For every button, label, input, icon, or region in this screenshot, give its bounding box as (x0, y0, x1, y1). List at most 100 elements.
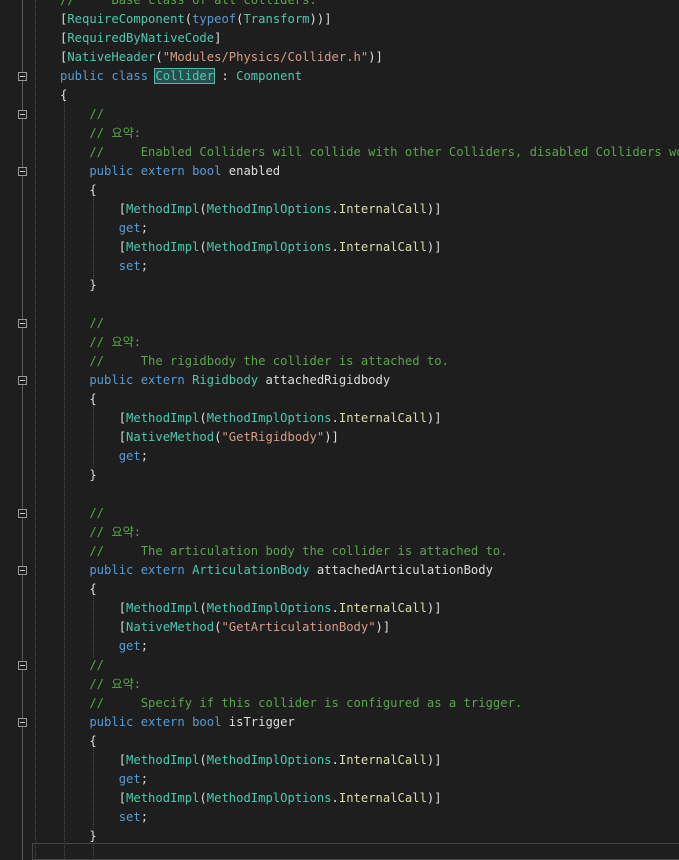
code-editor[interactable]: // Base class of all colliders. [RequireC… (0, 0, 679, 860)
code-token: NativeMethod (126, 620, 215, 634)
code-line[interactable]: } (0, 466, 679, 485)
code-line[interactable]: [MethodImpl(MethodImplOptions.InternalCa… (0, 789, 679, 808)
code-line[interactable]: get; (0, 447, 679, 466)
code-line[interactable]: [MethodImpl(MethodImplOptions.InternalCa… (0, 409, 679, 428)
code-token: public extern (60, 563, 193, 577)
code-line[interactable]: get; (0, 770, 679, 789)
code-line[interactable]: [NativeMethod("GetRigidbody")] (0, 428, 679, 447)
code-text: { (60, 181, 96, 200)
code-line[interactable]: } (0, 276, 679, 295)
code-token: ( (155, 50, 163, 64)
code-token: [ (60, 202, 127, 216)
code-line[interactable]: { (0, 390, 679, 409)
code-token: enabled (228, 164, 281, 178)
code-line[interactable]: [MethodImpl(MethodImplOptions.InternalCa… (0, 599, 679, 618)
code-line[interactable] (0, 485, 679, 504)
code-token: "Modules/Physics/Collider.h" (162, 50, 369, 64)
collapse-fold-icon[interactable] (18, 319, 27, 328)
code-line[interactable]: { (0, 732, 679, 751)
code-token: MethodImpl (126, 240, 200, 254)
collapse-fold-icon[interactable] (18, 110, 27, 119)
code-line[interactable]: set; (0, 257, 679, 276)
code-line[interactable]: [MethodImpl(MethodImplOptions.InternalCa… (0, 200, 679, 219)
code-token: [ (60, 753, 127, 767)
code-line[interactable]: // (0, 105, 679, 124)
collapse-fold-icon[interactable] (18, 167, 27, 176)
code-token: ( (199, 240, 207, 254)
code-token: MethodImplOptions (206, 202, 332, 216)
code-token: RequireComponent (67, 12, 185, 26)
code-line[interactable]: { (0, 580, 679, 599)
code-text: { (60, 390, 97, 409)
collapse-fold-icon[interactable] (18, 718, 27, 727)
collapse-fold-icon[interactable] (18, 661, 27, 670)
code-line[interactable]: // 요약: (0, 675, 679, 694)
code-token: )] (426, 601, 442, 615)
code-token: NativeMethod (126, 430, 215, 444)
code-line[interactable]: [NativeMethod("GetArticulationBody")] (0, 618, 679, 637)
code-text: // (60, 656, 104, 675)
code-line[interactable]: get; (0, 637, 679, 656)
code-line[interactable]: [RequiredByNativeCode] (0, 29, 679, 48)
code-text: [RequireComponent(typeof(Transform))] (60, 10, 332, 29)
code-token: MethodImplOptions (206, 791, 332, 805)
code-line[interactable]: [NativeHeader("Modules/Physics/Collider.… (0, 48, 679, 67)
code-line[interactable]: [MethodImpl(MethodImplOptions.InternalCa… (0, 751, 679, 770)
code-token: ))] (309, 12, 332, 26)
code-text: // The rigidbody the collider is attache… (60, 352, 449, 371)
code-line[interactable] (0, 295, 679, 314)
code-line[interactable]: // Enabled Colliders will collide with o… (0, 143, 679, 162)
code-line[interactable]: get; (0, 219, 679, 238)
code-token: ; (140, 221, 149, 235)
code-token: MethodImplOptions (206, 753, 332, 767)
collapse-fold-icon[interactable] (18, 566, 27, 575)
code-text: get; (60, 770, 148, 789)
code-line[interactable]: public extern Rigidbody attachedRigidbod… (0, 371, 679, 390)
code-token: . (331, 753, 339, 767)
code-token: { (60, 88, 68, 102)
code-text: set; (60, 257, 148, 276)
collapse-fold-icon[interactable] (18, 376, 27, 385)
code-line[interactable]: // The articulation body the collider is… (0, 542, 679, 561)
code-token: )] (426, 791, 442, 805)
code-token: set (60, 259, 141, 273)
code-token: public extern (60, 373, 193, 387)
code-line[interactable]: { (0, 181, 679, 200)
code-token: . (331, 411, 339, 425)
code-line[interactable]: set; (0, 808, 679, 827)
code-token: public extern bool (60, 164, 229, 178)
code-line[interactable]: // Specify if this collider is configure… (0, 694, 679, 713)
collapse-fold-icon[interactable] (18, 509, 27, 518)
code-line[interactable]: // (0, 656, 679, 675)
code-line[interactable]: // 요약: (0, 523, 679, 542)
code-token: MethodImpl (126, 202, 200, 216)
code-line[interactable]: public extern ArticulationBody attachedA… (0, 561, 679, 580)
code-token: { (60, 392, 97, 406)
code-line[interactable]: [MethodImpl(MethodImplOptions.InternalCa… (0, 238, 679, 257)
current-line-highlight (32, 843, 679, 860)
code-text: [NativeMethod("GetRigidbody")] (60, 428, 339, 447)
code-token: // 요약: (60, 126, 142, 140)
code-token: isTrigger (228, 715, 295, 729)
code-token: // Enabled Colliders will collide with o… (60, 145, 679, 159)
code-line[interactable]: [RequireComponent(typeof(Transform))] (0, 10, 679, 29)
code-line[interactable]: { (0, 86, 679, 105)
code-token: // Base class of all colliders. (60, 0, 317, 7)
code-line[interactable]: public extern bool isTrigger (0, 713, 679, 732)
collapse-fold-icon[interactable] (18, 72, 27, 81)
code-line[interactable]: public class Collider : Component (0, 67, 679, 86)
code-text: [MethodImpl(MethodImplOptions.InternalCa… (60, 200, 442, 219)
code-line[interactable]: // Base class of all colliders. (0, 0, 679, 10)
code-line[interactable]: // 요약: (0, 333, 679, 352)
code-text: } (60, 466, 96, 485)
code-text: // (60, 105, 104, 124)
code-line[interactable]: public extern bool enabled (0, 162, 679, 181)
code-line[interactable]: // The rigidbody the collider is attache… (0, 352, 679, 371)
code-text: // 요약: (60, 523, 141, 542)
code-line[interactable]: // (0, 314, 679, 333)
code-text: { (60, 732, 96, 751)
code-token: InternalCall (338, 411, 427, 425)
code-line[interactable]: // (0, 504, 679, 523)
code-token: "GetArticulationBody" (221, 620, 376, 634)
code-line[interactable]: // 요약: (0, 124, 679, 143)
